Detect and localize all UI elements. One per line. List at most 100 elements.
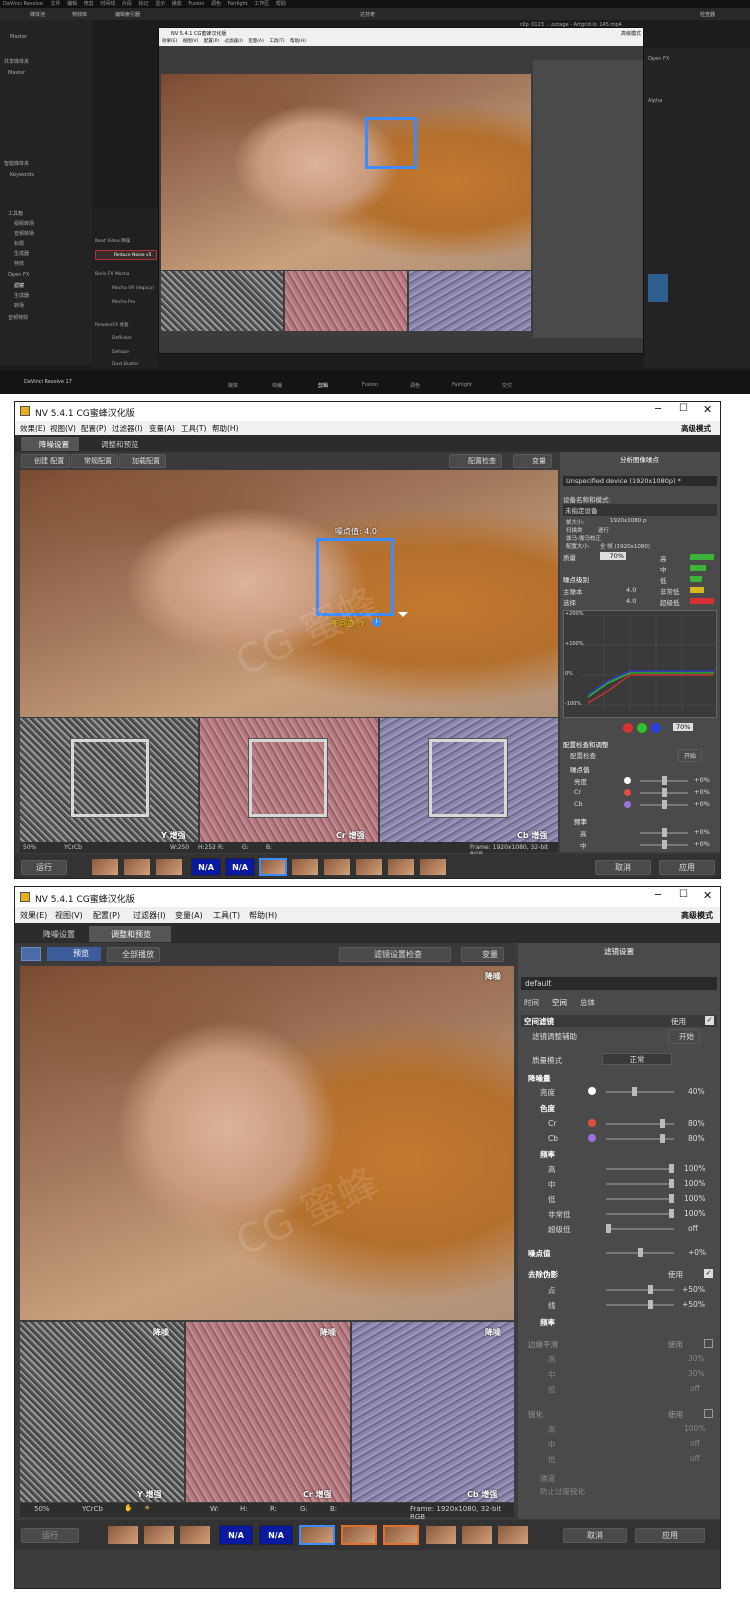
right-openfx[interactable]: Open FX xyxy=(648,56,669,62)
menu-color[interactable]: 调色 xyxy=(211,1,221,7)
nv-mini-menu-profile[interactable]: 配置(P) xyxy=(204,39,219,44)
nv2-mode[interactable]: 高级模式 xyxy=(681,910,713,921)
fx-item-reduce-noise[interactable]: Reduce Noise v5 xyxy=(95,250,157,260)
frame-thumb-3[interactable] xyxy=(179,1525,211,1545)
nv2-start-button[interactable]: 开始 xyxy=(668,1029,700,1044)
menu-clip[interactable]: 片段 xyxy=(122,1,132,7)
close-icon[interactable]: ✕ xyxy=(703,889,712,902)
nv2-preset-select[interactable]: default xyxy=(521,977,717,990)
red-channel-button[interactable] xyxy=(623,723,633,733)
left-item-audiofx[interactable]: 音频特效 xyxy=(8,314,28,321)
menu-file[interactable]: 文件 xyxy=(51,1,61,7)
filter-check-button[interactable]: 滤镜设置检查 xyxy=(339,947,451,962)
nv1-menu-tools[interactable]: 工具(T) xyxy=(181,423,206,434)
run-button[interactable]: 运行 xyxy=(21,860,67,875)
nv2-menu-view[interactable]: 视图(V) xyxy=(55,910,83,921)
menu-help[interactable]: 帮助 xyxy=(276,1,286,7)
nv2-cr-slider[interactable] xyxy=(606,1119,674,1128)
left-item-shared[interactable]: 共享媒体夹 xyxy=(4,58,29,65)
page-tab-edit[interactable]: 剪辑 xyxy=(318,382,328,389)
nv1-main-preview[interactable] xyxy=(20,470,558,717)
variables-button[interactable]: 变量 xyxy=(461,947,504,962)
fx-item-deflicker[interactable]: Deflicker xyxy=(112,336,132,341)
fx-item-mocha-vr[interactable]: Mocha VR (legacy) xyxy=(112,286,154,291)
fx-item-mocha-pro[interactable]: Mocha Pro xyxy=(112,300,135,305)
profile-check-button[interactable]: 配置检查 xyxy=(449,454,502,468)
left-item-toolbox[interactable]: 工具箱 xyxy=(8,210,23,217)
sun-icon[interactable]: ☀ xyxy=(144,1504,150,1512)
menu-fusion[interactable]: Fusion xyxy=(188,1,204,7)
nv1-tab-preview[interactable]: 调整和预览 xyxy=(83,437,149,451)
frame-thumb-7[interactable] xyxy=(425,1525,457,1545)
frame-thumb-4[interactable] xyxy=(259,858,287,876)
fx-item-dust[interactable]: Dust Buster xyxy=(112,362,139,367)
frame-thumb-2[interactable] xyxy=(143,1525,175,1545)
nv2-freq-mid-slider[interactable] xyxy=(606,1179,674,1188)
left-item-openfx[interactable]: Open FX xyxy=(8,272,29,278)
nv2-main-preview[interactable] xyxy=(20,966,514,1320)
frame-thumb-9[interactable] xyxy=(419,858,447,876)
frame-thumb-9[interactable] xyxy=(497,1525,529,1545)
nv-mini-preview[interactable] xyxy=(161,74,531,270)
nv1-noise-graph[interactable]: +200% +100% 0% -100% xyxy=(563,610,717,718)
nv2-subtab-space[interactable]: 空间 xyxy=(552,997,567,1008)
left-item-generators[interactable]: 生成器 xyxy=(14,250,29,257)
nv2-menu-effect[interactable]: 效果(E) xyxy=(20,910,47,921)
nv1-mode[interactable]: 高级模式 xyxy=(681,423,711,434)
frame-thumb-6[interactable] xyxy=(323,858,351,876)
menu-timeline[interactable]: 时间线 xyxy=(100,1,115,7)
green-channel-button[interactable] xyxy=(637,723,647,733)
nv1-menu-filter[interactable]: 过滤器(I) xyxy=(112,423,143,434)
left-item-trans2[interactable]: 转场 xyxy=(14,302,24,309)
left-item-atrans[interactable]: 音频转场 xyxy=(14,230,34,237)
nv1-device-select[interactable]: Unspecified device (1920x1080p) * xyxy=(563,476,717,486)
nv2-fit-icon[interactable] xyxy=(21,947,41,961)
frame-thumb-1[interactable] xyxy=(107,1525,139,1545)
page-tab-cut[interactable]: 快编 xyxy=(272,382,282,389)
nv1-cr-slider[interactable] xyxy=(640,788,688,797)
nv2-lum-slider[interactable] xyxy=(606,1087,674,1096)
nv2-menu-var[interactable]: 变量(A) xyxy=(175,910,203,921)
apply-button[interactable]: 应用 xyxy=(659,860,715,875)
menu-fairlight[interactable]: Fairlight xyxy=(228,1,248,7)
hand-icon[interactable]: ✋ xyxy=(124,1504,133,1512)
left-item-vtrans[interactable]: 视频转场 xyxy=(14,220,34,227)
nv2-freq-high-slider[interactable] xyxy=(606,1164,674,1173)
play-all-button[interactable]: 全部播放 xyxy=(107,947,160,962)
nv-mini-menu-help[interactable]: 帮助(H) xyxy=(290,39,306,44)
frame-thumb-2[interactable] xyxy=(123,858,151,876)
frame-thumb-6[interactable] xyxy=(383,1525,419,1545)
zoom-select[interactable]: 50% xyxy=(23,844,36,851)
frame-thumb-7[interactable] xyxy=(355,858,383,876)
left-item-keywords[interactable]: Keywords xyxy=(10,172,34,178)
colorspace-select[interactable]: YCrCb xyxy=(82,1505,103,1513)
menu-trim[interactable]: 修剪 xyxy=(84,1,94,7)
na-slot-1[interactable]: N/A xyxy=(191,858,221,876)
nv2-sharp-checkbox[interactable] xyxy=(704,1409,713,1418)
nv1-graph-zoom[interactable]: 70% xyxy=(673,723,694,731)
nv1-menu-effect[interactable]: 效果(E) xyxy=(20,423,46,434)
menu-mark[interactable]: 标记 xyxy=(139,1,149,7)
nv-mini-sample-box[interactable] xyxy=(365,117,417,169)
nv1-quality-value[interactable]: 70% xyxy=(600,552,626,560)
load-profile-button[interactable]: 加载配置 xyxy=(119,454,166,468)
cancel-button[interactable]: 取消 xyxy=(595,860,651,875)
inspector-button[interactable]: 检查器 xyxy=(700,11,715,18)
edit-index-button[interactable]: 编辑索引器 xyxy=(115,11,140,18)
frame-thumb-1[interactable] xyxy=(91,858,119,876)
na-slot-2[interactable]: N/A xyxy=(225,858,255,876)
na-slot-2[interactable]: N/A xyxy=(259,1525,293,1545)
nv2-freq-vlow-slider[interactable] xyxy=(606,1209,674,1218)
nv1-freq-high-slider[interactable] xyxy=(640,828,688,837)
nv2-edge-checkbox[interactable] xyxy=(704,1339,713,1348)
create-profile-button[interactable]: 创建 配置 xyxy=(21,454,71,468)
nv2-menu-help[interactable]: 帮助(H) xyxy=(249,910,277,921)
nv1-cb-slider[interactable] xyxy=(640,800,688,809)
nv-mini-menu-effect[interactable]: 效果(E) xyxy=(162,39,177,44)
nv2-freq-ulow-slider[interactable] xyxy=(606,1224,674,1233)
left-item-master[interactable]: Master xyxy=(8,70,25,76)
nv2-tab-denoise[interactable]: 降噪设置 xyxy=(21,926,85,942)
nv2-freq-low-slider[interactable] xyxy=(606,1194,674,1203)
nv-mini-menu-filter[interactable]: 过滤器(I) xyxy=(225,39,243,44)
nv-mini-menu-tools[interactable]: 工具(T) xyxy=(269,39,284,44)
